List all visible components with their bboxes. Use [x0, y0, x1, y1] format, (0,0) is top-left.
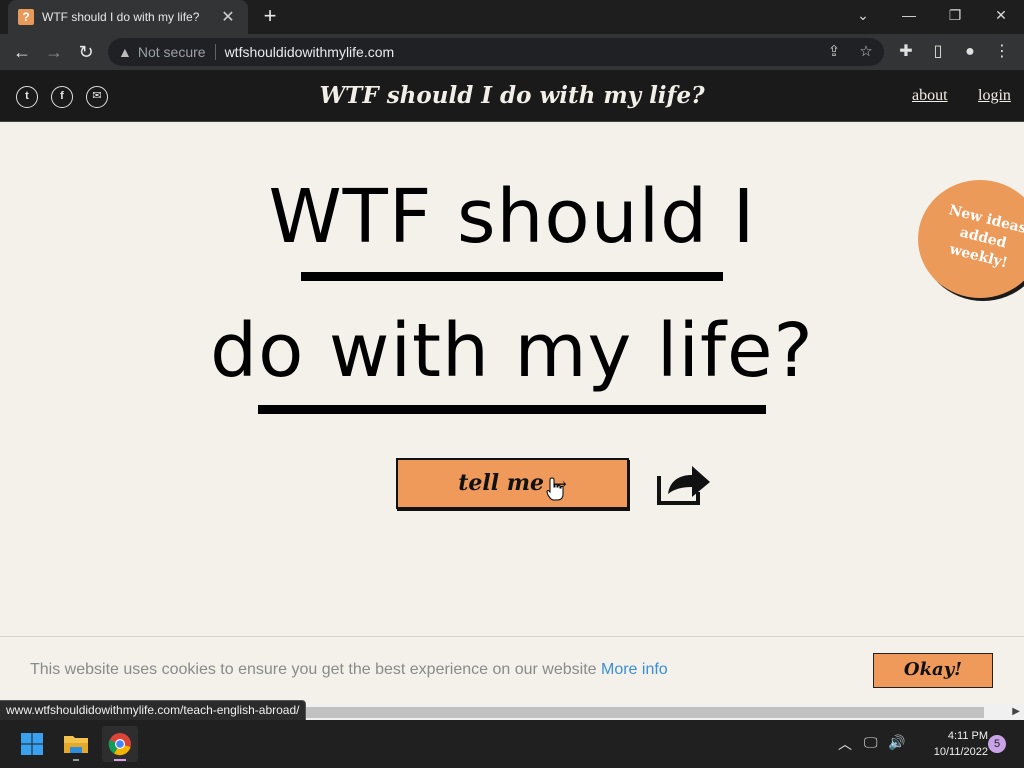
cookie-message: This website uses cookies to ensure you …: [30, 661, 597, 678]
address-bar[interactable]: ▲ Not secure wtfshouldidowithmylife.com …: [108, 38, 884, 66]
clock-date: 10/11/2022: [933, 746, 988, 758]
scroll-right-icon[interactable]: ▶: [1012, 704, 1020, 720]
nav-about-link[interactable]: about: [912, 87, 948, 105]
close-window-button[interactable]: ✕: [978, 0, 1024, 30]
clock-time: 4:11 PM: [947, 730, 988, 742]
scrollbar-thumb[interactable]: [300, 707, 984, 718]
restore-button[interactable]: ❐: [932, 0, 978, 30]
more-info-link[interactable]: More info: [601, 661, 668, 678]
site-favicon: ?: [18, 9, 34, 25]
okay-button[interactable]: Okay!: [873, 653, 993, 688]
site-title[interactable]: WTF should I do with my life?: [0, 82, 1024, 109]
new-ideas-badge: New ideas added weekly!: [918, 180, 1024, 298]
windows-start-icon[interactable]: [14, 726, 50, 762]
menu-icon[interactable]: ⋮: [990, 40, 1014, 64]
badge-text: New ideas added weekly!: [947, 202, 1024, 272]
close-tab-icon[interactable]: ✕: [218, 7, 238, 27]
headline-underline-2: [258, 405, 766, 414]
omnibox-divider: [214, 44, 216, 60]
file-explorer-icon[interactable]: [58, 726, 94, 762]
side-panel-icon[interactable]: ▯: [926, 40, 950, 64]
bookmark-star-icon[interactable]: ☆: [856, 42, 876, 62]
forward-button[interactable]: →: [42, 40, 66, 64]
network-icon[interactable]: 🖵: [864, 734, 878, 751]
tell-me-button[interactable]: tell me →: [396, 458, 629, 509]
volume-icon[interactable]: 🔊: [888, 734, 905, 751]
system-clock[interactable]: 4:11 PM 10/11/2022: [912, 728, 988, 760]
share-page-icon[interactable]: ⇪: [824, 42, 844, 62]
notification-badge[interactable]: 5: [988, 735, 1006, 753]
security-label[interactable]: Not secure: [138, 44, 206, 60]
hand-pointer-icon: [546, 477, 564, 501]
headline-line-2: do with my life?: [210, 308, 814, 394]
show-hidden-icons-icon[interactable]: ︿: [838, 734, 852, 754]
taskbar: ︿ 🖵 🔊 4:11 PM 10/11/2022 5: [0, 720, 1024, 768]
site-header: t f ✉ WTF should I do with my life? abou…: [0, 70, 1024, 122]
browser-toolbar: ← → ↻ ▲ Not secure wtfshouldidowithmylif…: [0, 34, 1024, 70]
extensions-icon[interactable]: ✚: [894, 40, 918, 64]
headline-line-1: WTF should I: [268, 174, 756, 260]
reload-button[interactable]: ↻: [74, 40, 98, 64]
browser-tab[interactable]: ? WTF should I do with my life? ✕: [8, 0, 248, 34]
warning-icon[interactable]: ▲: [118, 44, 132, 60]
url-text[interactable]: wtfshouldidowithmylife.com: [225, 44, 395, 60]
nav-login-link[interactable]: login: [978, 87, 1011, 105]
headline-underline-1: [301, 272, 723, 281]
share-icon[interactable]: [656, 462, 712, 506]
tab-title: WTF should I do with my life?: [42, 10, 200, 24]
minimize-button[interactable]: —: [886, 0, 932, 30]
page-content: WTF should I do with my life? New ideas …: [0, 122, 1024, 700]
chrome-icon[interactable]: [102, 726, 138, 762]
tab-search-icon[interactable]: ⌄: [840, 0, 886, 30]
status-url-bubble: www.wtfshouldidowithmylife.com/teach-eng…: [0, 700, 307, 720]
new-tab-button[interactable]: +: [258, 4, 282, 28]
cookie-banner: This website uses cookies to ensure you …: [0, 636, 1024, 704]
cookie-message-row: This website uses cookies to ensure you …: [30, 661, 668, 679]
tell-me-label: tell me: [458, 470, 545, 496]
profile-icon[interactable]: ●: [958, 40, 982, 64]
browser-tabstrip: ? WTF should I do with my life? ✕ + ⌄ — …: [0, 0, 1024, 34]
back-button[interactable]: ←: [10, 40, 34, 64]
